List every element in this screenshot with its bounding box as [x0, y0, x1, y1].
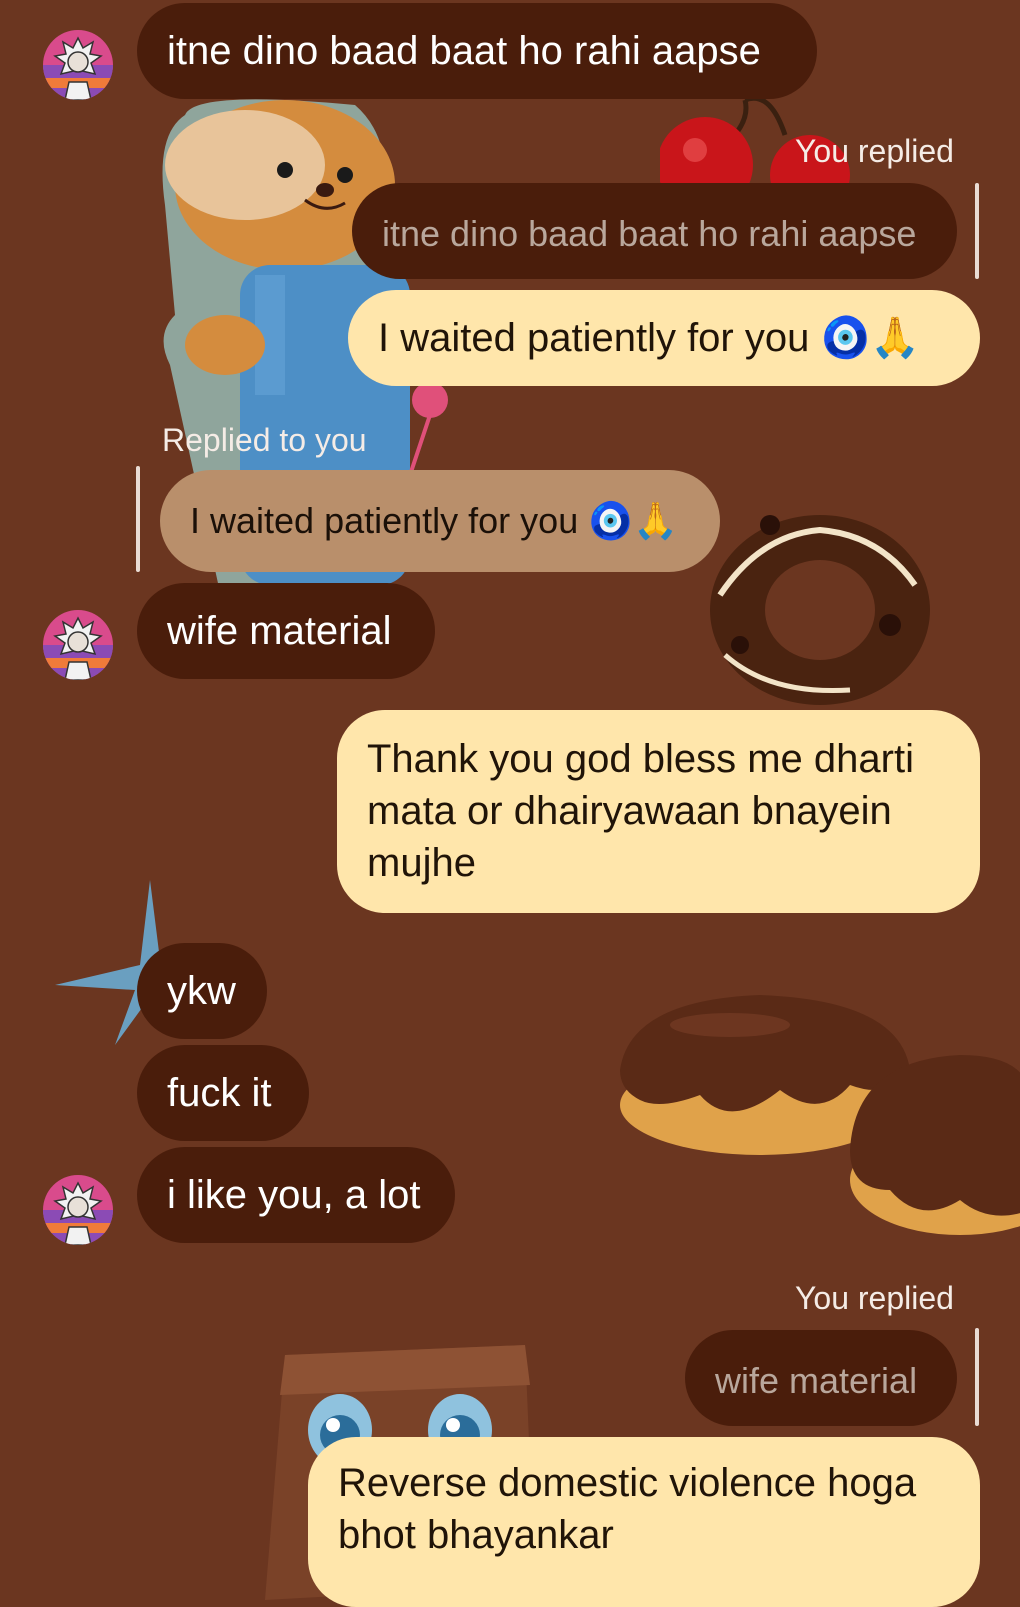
- incoming-message[interactable]: wife material: [137, 583, 435, 679]
- contact-avatar[interactable]: [43, 30, 113, 100]
- message-text: i like you, a lot: [167, 1173, 421, 1217]
- reply-bar: [975, 183, 979, 279]
- message-text-line: mata or dhairyawaan bnayein: [367, 789, 892, 833]
- message-text: itne dino baad baat ho rahi aapse: [167, 29, 761, 73]
- incoming-message[interactable]: itne dino baad baat ho rahi aapse: [137, 3, 817, 99]
- contact-avatar[interactable]: [43, 610, 113, 680]
- quoted-text: wife material: [715, 1360, 918, 1401]
- message-text: fuck it: [167, 1071, 272, 1115]
- incoming-message[interactable]: ykw: [137, 943, 267, 1039]
- incoming-message[interactable]: fuck it: [137, 1045, 309, 1141]
- reply-label: You replied: [795, 133, 954, 169]
- incoming-message[interactable]: i like you, a lot: [137, 1147, 455, 1243]
- outgoing-message[interactable]: I waited patiently for you 🧿🙏: [348, 290, 980, 386]
- outgoing-message[interactable]: Reverse domestic violence hoga bhot bhay…: [308, 1437, 980, 1607]
- message-text: I waited patiently for you 🧿🙏: [378, 316, 921, 360]
- rick-avatar-icon: [43, 610, 113, 680]
- donut-ring-sticker: [710, 515, 930, 705]
- reply-bar: [975, 1328, 979, 1426]
- rick-avatar-icon: [43, 1175, 113, 1245]
- message-text: I waited patiently for you 🧿🙏: [190, 500, 678, 541]
- message-text-line: Reverse domestic violence hoga: [338, 1461, 917, 1505]
- reply-bar: [136, 466, 140, 572]
- message-text-line: Thank you god bless me dharti: [367, 737, 914, 781]
- rick-avatar-icon: [43, 30, 113, 100]
- chocolate-donut-sticker-2: [850, 1055, 1020, 1235]
- message-text: ykw: [167, 969, 236, 1013]
- reply-message[interactable]: I waited patiently for you 🧿🙏: [160, 470, 720, 572]
- quoted-text: itne dino baad baat ho rahi aapse: [382, 213, 917, 254]
- reply-label: Replied to you: [162, 422, 367, 458]
- contact-avatar[interactable]: [43, 1175, 113, 1245]
- message-text-line: bhot bhayankar: [338, 1513, 614, 1557]
- message-text-line: mujhe: [367, 841, 476, 885]
- reply-label: You replied: [795, 1280, 954, 1316]
- quoted-message[interactable]: itne dino baad baat ho rahi aapse: [352, 183, 957, 279]
- message-text: wife material: [167, 609, 392, 653]
- quoted-message[interactable]: wife material: [685, 1330, 957, 1426]
- outgoing-message[interactable]: Thank you god bless me dharti mata or dh…: [337, 710, 980, 913]
